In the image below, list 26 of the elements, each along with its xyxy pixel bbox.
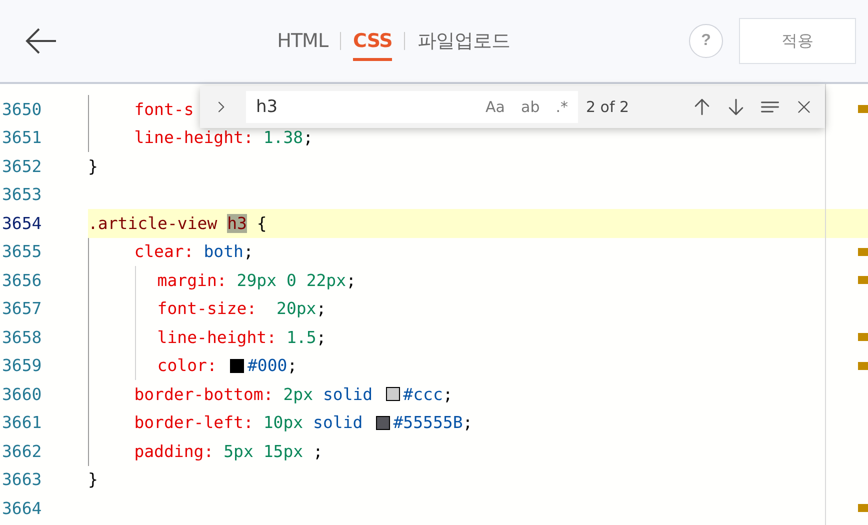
code-line: color: #000; xyxy=(88,352,298,380)
code-line: border-bottom: 2px solid #ccc; xyxy=(88,380,453,408)
code-line: } xyxy=(88,469,98,492)
code-line: font-s xyxy=(88,95,194,124)
code-line: font-size: 20px; xyxy=(88,294,326,323)
code-line: line-height: 1.5; xyxy=(88,323,326,352)
code-line: padding: 5px 15px ; xyxy=(88,437,323,466)
editor-tab[interactable]: HTML xyxy=(277,22,328,60)
close-icon xyxy=(795,98,813,116)
line-number: 3654 xyxy=(0,209,88,238)
find-option-toggle[interactable]: .* xyxy=(554,98,570,116)
code-line: .article-view h3 { xyxy=(88,212,267,235)
code-line: margin: 29px 0 22px; xyxy=(88,266,356,294)
editor-tab[interactable]: CSS xyxy=(353,22,392,60)
code-line: border-left: 10px solid #55555B; xyxy=(88,408,473,437)
apply-button[interactable]: 적용 xyxy=(739,18,856,64)
code-line: clear: both; xyxy=(88,238,254,266)
find-input[interactable]: h3 Aa ab .* xyxy=(246,91,578,123)
code-line: } xyxy=(88,156,98,178)
code-line: line-height: 1.38; xyxy=(88,124,314,152)
match-count: 2 of 2 xyxy=(586,98,630,116)
editor-tab[interactable]: 파일업로드 xyxy=(417,20,510,62)
back-button[interactable] xyxy=(24,26,58,56)
help-button[interactable]: ? xyxy=(689,24,723,58)
find-option-toggle[interactable]: Aa xyxy=(484,98,507,116)
find-option-toggle[interactable]: ab xyxy=(519,98,542,116)
